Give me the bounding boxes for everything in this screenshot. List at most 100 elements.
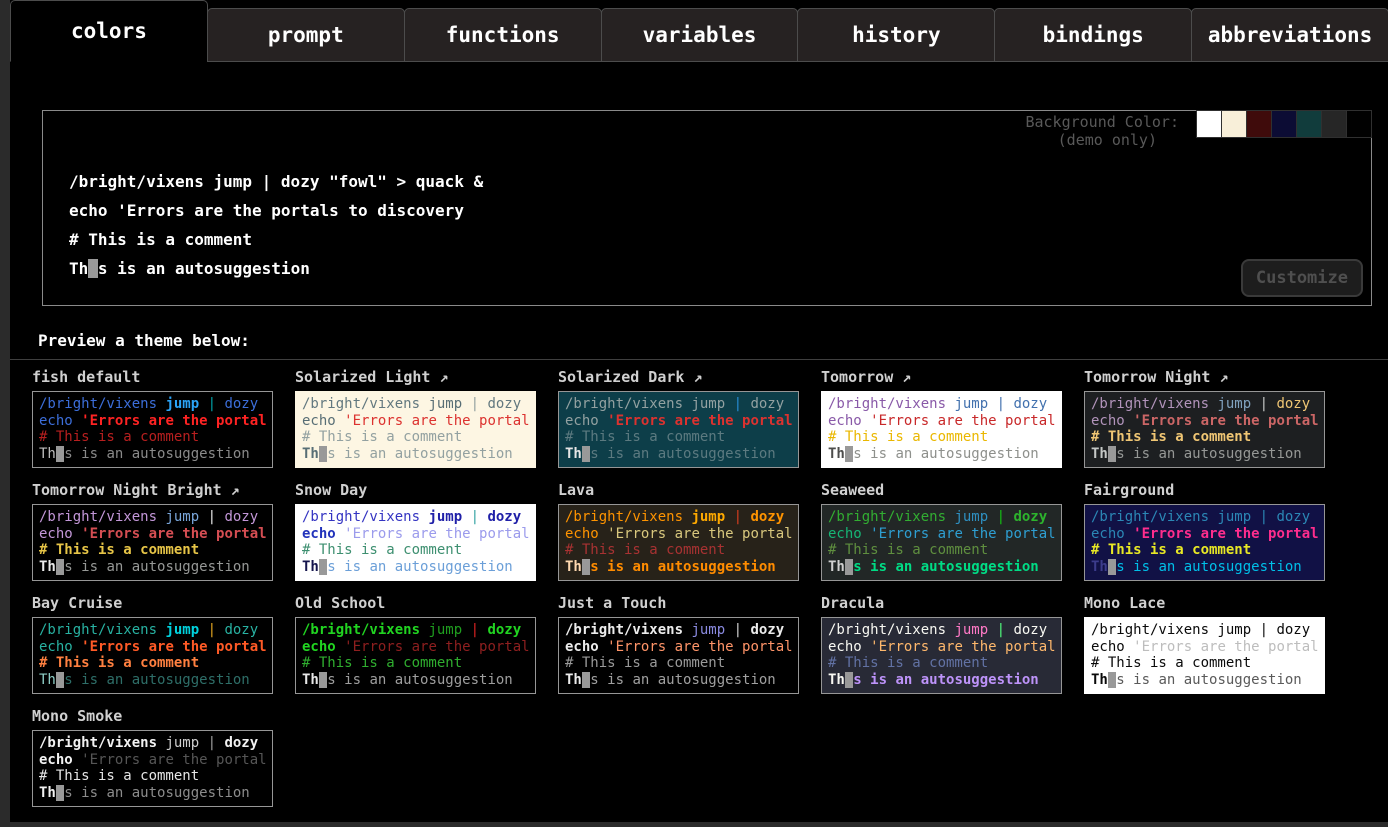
theme-item: Bay Cruise /bright/vixens jump | dozy "f… — [32, 594, 273, 694]
tab-label: history — [852, 23, 941, 47]
tab-label: abbreviations — [1208, 23, 1372, 47]
tab-functions[interactable]: functions — [404, 8, 602, 62]
theme-card[interactable]: /bright/vixens jump | dozy "fowl" > quac… — [558, 617, 799, 694]
external-link-icon[interactable]: ↗ — [430, 368, 448, 386]
code-line: echo 'Errors are the portals to discover… — [828, 413, 1055, 430]
theme-item: Just a Touch /bright/vixens jump | dozy … — [558, 594, 799, 694]
theme-card[interactable]: /bright/vixens jump | dozy "fowl" > quac… — [32, 391, 273, 468]
external-link-icon[interactable]: ↗ — [1210, 368, 1228, 386]
background-color-swatch[interactable] — [1271, 110, 1297, 138]
theme-name-text: Solarized Dark — [558, 368, 684, 386]
theme-item: Tomorrow ↗ /bright/vixens jump | dozy "f… — [821, 368, 1062, 468]
theme-card[interactable]: /bright/vixens jump | dozy "fowl" > quac… — [295, 391, 536, 468]
theme-card[interactable]: /bright/vixens jump | dozy "fowl" > quac… — [295, 504, 536, 581]
theme-card[interactable]: /bright/vixens jump | dozy "fowl" > quac… — [558, 504, 799, 581]
code-line: This is an autosuggestion — [565, 672, 792, 689]
code-line: echo 'Errors are the portals to discover… — [565, 526, 792, 543]
tab-colors[interactable]: colors — [10, 0, 208, 62]
code-line: echo 'Errors are the portals to discover… — [565, 639, 792, 656]
theme-item: Tomorrow Night Bright ↗ /bright/vixens j… — [32, 481, 273, 581]
code-line: This is an autosuggestion — [302, 446, 529, 463]
theme-card[interactable]: /bright/vixens jump | dozy "fowl" > quac… — [1084, 617, 1325, 694]
background-color-swatch[interactable] — [1246, 110, 1272, 138]
tab-bar: colors prompt functions variables histor… — [10, 0, 1388, 62]
theme-name: Old School — [295, 594, 536, 614]
theme-card[interactable]: /bright/vixens jump | dozy "fowl" > quac… — [821, 504, 1062, 581]
theme-item: fish default /bright/vixens jump | dozy … — [32, 368, 273, 468]
background-color-swatch[interactable] — [1346, 110, 1372, 138]
code-line: # This is a comment — [302, 542, 529, 559]
code-line: echo 'Errors are the portals to discover… — [302, 526, 529, 543]
code-line: This is an autosuggestion — [302, 672, 529, 689]
code-line: This is an autosuggestion — [828, 672, 1055, 689]
code-line: /bright/vixens jump | dozy "fowl" > quac… — [39, 735, 266, 752]
background-color-swatches — [1197, 110, 1372, 138]
code-line: This is an autosuggestion — [1091, 559, 1318, 576]
code-line: This is an autosuggestion — [302, 559, 529, 576]
theme-name-text: Solarized Light — [295, 368, 430, 386]
code-line: # This is a comment — [565, 542, 792, 559]
code-line: echo 'Errors are the portals to discover… — [39, 413, 266, 430]
tab-bindings[interactable]: bindings — [994, 8, 1192, 62]
theme-name-text: Tomorrow Night — [1084, 368, 1210, 386]
theme-card[interactable]: /bright/vixens jump | dozy "fowl" > quac… — [1084, 391, 1325, 468]
theme-name-text: Mono Lace — [1084, 594, 1165, 612]
theme-card[interactable]: /bright/vixens jump | dozy "fowl" > quac… — [295, 617, 536, 694]
background-color-swatch[interactable] — [1221, 110, 1247, 138]
code-line: # This is a comment — [565, 655, 792, 672]
theme-item: Fairground /bright/vixens jump | dozy "f… — [1084, 481, 1325, 581]
theme-card[interactable]: /bright/vixens jump | dozy "fowl" > quac… — [821, 391, 1062, 468]
theme-card[interactable]: /bright/vixens jump | dozy "fowl" > quac… — [32, 504, 273, 581]
tab-abbreviations[interactable]: abbreviations — [1191, 8, 1388, 62]
external-link-icon[interactable]: ↗ — [893, 368, 911, 386]
external-link-icon[interactable]: ↗ — [222, 481, 240, 499]
external-link-icon[interactable]: ↗ — [684, 368, 702, 386]
code-line: # This is a comment — [828, 655, 1055, 672]
theme-item: Old School /bright/vixens jump | dozy "f… — [295, 594, 536, 694]
code-line: /bright/vixens jump | dozy "fowl" > quac… — [828, 509, 1055, 526]
background-color-swatch[interactable] — [1196, 110, 1222, 138]
code-line: This is an autosuggestion — [39, 446, 266, 463]
tab-variables[interactable]: variables — [601, 8, 799, 62]
code-line: echo 'Errors are the portals to discover… — [565, 413, 792, 430]
code-line: # This is a comment — [828, 429, 1055, 446]
background-color-label: Background Color: (demo only) — [1025, 113, 1179, 149]
background-color-swatch[interactable] — [1296, 110, 1322, 138]
customize-button[interactable]: Customize — [1241, 259, 1363, 297]
theme-name-text: Old School — [295, 594, 385, 612]
tab-prompt[interactable]: prompt — [207, 8, 405, 62]
code-line: # This is a comment — [828, 542, 1055, 559]
section-divider — [10, 359, 1388, 360]
code-line: # This is a comment — [302, 655, 529, 672]
text-cursor: i — [88, 259, 98, 278]
tab-history[interactable]: history — [797, 8, 995, 62]
code-line: /bright/vixens jump | dozy "fowl" > quac… — [39, 396, 266, 413]
code-line: This is an autosuggestion — [828, 446, 1055, 463]
code-line: # This is a comment — [39, 655, 266, 672]
theme-name: Dracula — [821, 594, 1062, 614]
code-line: echo 'Errors are the portals to discover… — [39, 752, 266, 769]
theme-item: Seaweed /bright/vixens jump | dozy "fowl… — [821, 481, 1062, 581]
theme-card[interactable]: /bright/vixens jump | dozy "fowl" > quac… — [1084, 504, 1325, 581]
theme-name: Mono Smoke — [32, 707, 273, 727]
tab-label: variables — [643, 23, 757, 47]
theme-name: Lava — [558, 481, 799, 501]
theme-card[interactable]: /bright/vixens jump | dozy "fowl" > quac… — [821, 617, 1062, 694]
code-line: echo 'Errors are the portals to discover… — [1091, 526, 1318, 543]
theme-card[interactable]: /bright/vixens jump | dozy "fowl" > quac… — [558, 391, 799, 468]
code-line: This is an autosuggestion — [1091, 672, 1318, 689]
theme-card[interactable]: /bright/vixens jump | dozy "fowl" > quac… — [32, 617, 273, 694]
background-color-swatch[interactable] — [1321, 110, 1347, 138]
theme-card[interactable]: /bright/vixens jump | dozy "fowl" > quac… — [32, 730, 273, 807]
tab-label: colors — [71, 19, 147, 43]
theme-item: Lava /bright/vixens jump | dozy "fowl" >… — [558, 481, 799, 581]
code-line: # This is a comment — [1091, 542, 1318, 559]
theme-name-text: fish default — [32, 368, 140, 386]
code-line: # This is a comment — [565, 429, 792, 446]
code-line: This is an autosuggestion — [565, 559, 792, 576]
theme-name-text: Fairground — [1084, 481, 1174, 499]
theme-name: Tomorrow Night Bright ↗ — [32, 481, 273, 501]
code-line: /bright/vixens jump | dozy "fowl" > quac… — [828, 622, 1055, 639]
code-line: echo 'Errors are the portals to discover… — [1091, 413, 1318, 430]
code-line: This is an autosuggestion — [828, 559, 1055, 576]
